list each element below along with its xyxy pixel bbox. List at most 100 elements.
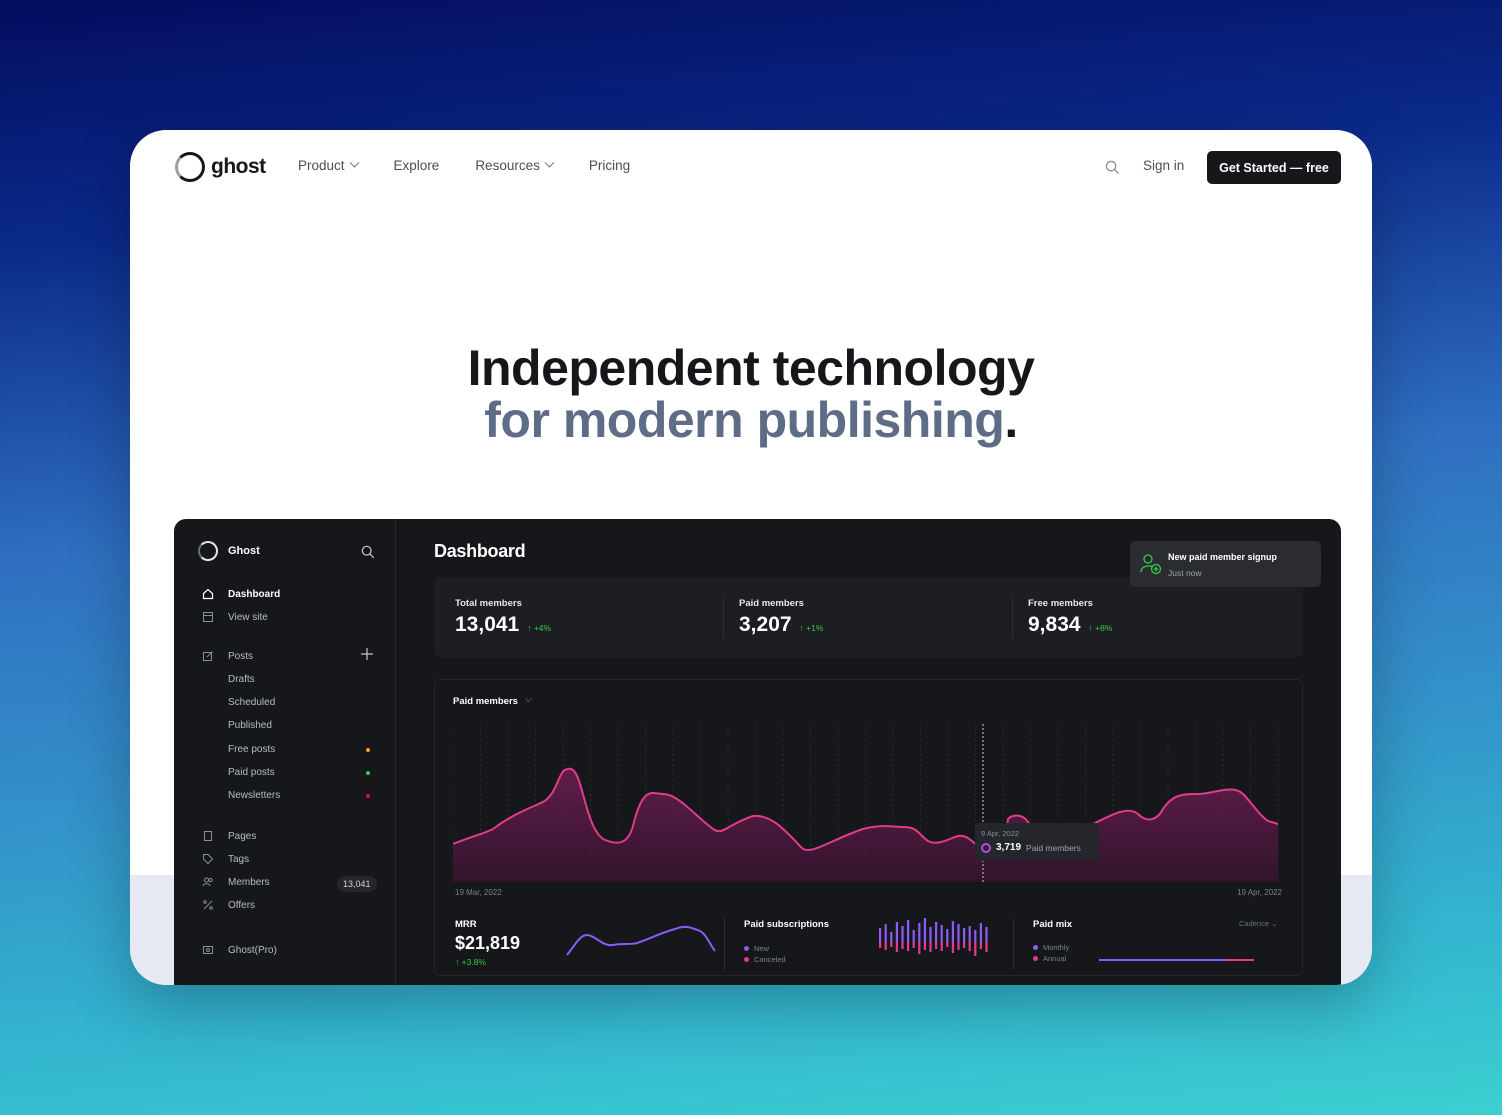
legend-label: New [754,944,770,953]
newsletters-dot [366,794,370,798]
new-bar [929,927,932,942]
sidebar-item-drafts[interactable]: Drafts [228,674,255,685]
canceled-bar [879,942,882,948]
hero-line-2: for modern publishing [484,392,1005,448]
sidebar-item-tags[interactable]: Tags [202,853,249,865]
sidebar-item-label: Offers [228,899,256,911]
stat-value: 3,207 [739,613,792,636]
legend-label: Annual [1043,954,1067,963]
divider [724,918,725,970]
canceled-bar [884,942,887,950]
cadence-dropdown[interactable]: Cadence ⌄ [1239,919,1277,928]
landing-card: ghost Product Explore Resources Pricing … [130,130,1372,985]
sidebar-item-label: Ghost(Pro) [228,944,277,956]
members-count-badge: 13,041 [337,876,377,892]
sidebar-item-paid-posts[interactable]: Paid posts [228,767,275,778]
nav-resources-label: Resources [475,158,540,173]
mrr-label: MRR [455,919,477,930]
stat-total-members[interactable]: Total members 13,041 ↑ +4% [455,598,551,637]
paid-mix-label: Paid mix [1033,919,1073,930]
subscriptions-bars [879,918,988,956]
stat-label: Paid members [739,598,804,609]
x-axis-end: 19 Apr, 2022 [1237,888,1282,897]
divider [1013,918,1014,970]
area-chart[interactable] [453,724,1283,882]
hero-heading: Independent technology for modern publis… [130,342,1372,446]
chart-selector[interactable]: Paid members [453,695,532,707]
new-bar [968,926,971,942]
sidebar-item-label: Tags [228,853,250,865]
search-icon[interactable] [361,545,375,559]
canceled-bar [951,942,954,953]
paid-posts-dot [366,771,370,775]
search-icon[interactable] [1105,160,1120,175]
sidebar-item-free-posts[interactable]: Free posts [228,744,275,755]
nav-explore-label: Explore [393,158,440,173]
tag-icon [203,854,214,865]
new-bar [946,929,949,942]
sidebar-item-pages[interactable]: Pages [202,830,256,842]
new-bar [957,924,960,942]
legend-annual: Annual [1033,954,1066,963]
sidebar-item-offers[interactable]: Offers [202,899,255,911]
stat-paid-members[interactable]: Paid members 3,207 ↑ +1% [739,598,823,637]
new-bar [879,928,882,942]
site-name: Ghost [228,545,260,557]
nav-pricing[interactable]: Pricing [589,158,630,173]
nav-product[interactable]: Product [298,157,359,173]
stat-delta: ↑ +8% [1088,623,1113,633]
sidebar-item-members[interactable]: Members [202,876,270,888]
chevron-down-icon [349,157,359,168]
logo[interactable]: ghost [175,152,266,182]
canceled-bar [901,942,904,949]
x-axis-start: 19 Mar, 2022 [455,888,502,897]
sidebar-item-ghost-pro[interactable]: Ghost(Pro) [202,944,277,956]
canceled-bar [923,942,926,950]
edit-icon [203,651,213,661]
sidebar-item-newsletters[interactable]: Newsletters [228,790,280,801]
ghost-logo-icon [198,541,218,561]
canceled-bar [979,942,982,949]
get-started-button[interactable]: Get Started — free [1207,151,1341,184]
mrr-value: $21,819 [455,933,521,953]
sign-in-link[interactable]: Sign in [1143,158,1184,173]
sidebar-item-view-site[interactable]: View site [202,611,268,623]
canceled-bar [963,942,966,948]
canceled-bar [929,942,932,952]
legend-label: Monthly [1043,943,1070,952]
plus-icon[interactable] [360,647,374,661]
stat-free-members[interactable]: Free members 9,834 ↑ +8% [1028,598,1112,637]
canceled-bar [907,942,910,951]
nav-resources[interactable]: Resources [475,157,555,173]
sidebar-site[interactable]: Ghost [198,541,260,561]
new-bar [979,923,982,942]
new-bar [940,925,943,942]
notification-toast[interactable]: New paid member signup Just now [1130,541,1321,587]
sidebar-item-posts[interactable]: Posts [202,650,253,662]
sidebar-item-published[interactable]: Published [228,720,272,731]
canceled-bar [957,942,960,950]
stat-value: 9,834 [1028,613,1081,636]
legend-dot [1033,945,1038,950]
paid-mix-bar [1099,959,1254,961]
stat-label: Free members [1028,598,1093,609]
sidebar-item-scheduled[interactable]: Scheduled [228,697,275,708]
legend-new: New [744,944,769,953]
sidebar-item-label: Scheduled [228,697,276,708]
cadence-label: Cadence [1239,919,1270,928]
sidebar-item-label: Members [228,876,270,888]
dashboard-preview: Ghost Dashboard View site Posts Drafts S… [174,519,1341,985]
hero: Independent technology for modern publis… [130,342,1372,446]
nav-explore[interactable]: Explore [394,158,440,173]
hero-period: . [1004,392,1018,448]
sidebar-item-dashboard[interactable]: Dashboard [202,588,280,600]
canceled-bar [890,942,893,947]
stat-label: Total members [455,598,522,609]
divider [723,597,724,639]
legend-canceled: Canceled [744,955,786,964]
new-bar [901,926,904,942]
canceled-bar [918,942,921,954]
sidebar-item-label: Newsletters [228,790,281,801]
canceled-bar [985,942,988,952]
chart-title: Paid members [453,696,518,707]
